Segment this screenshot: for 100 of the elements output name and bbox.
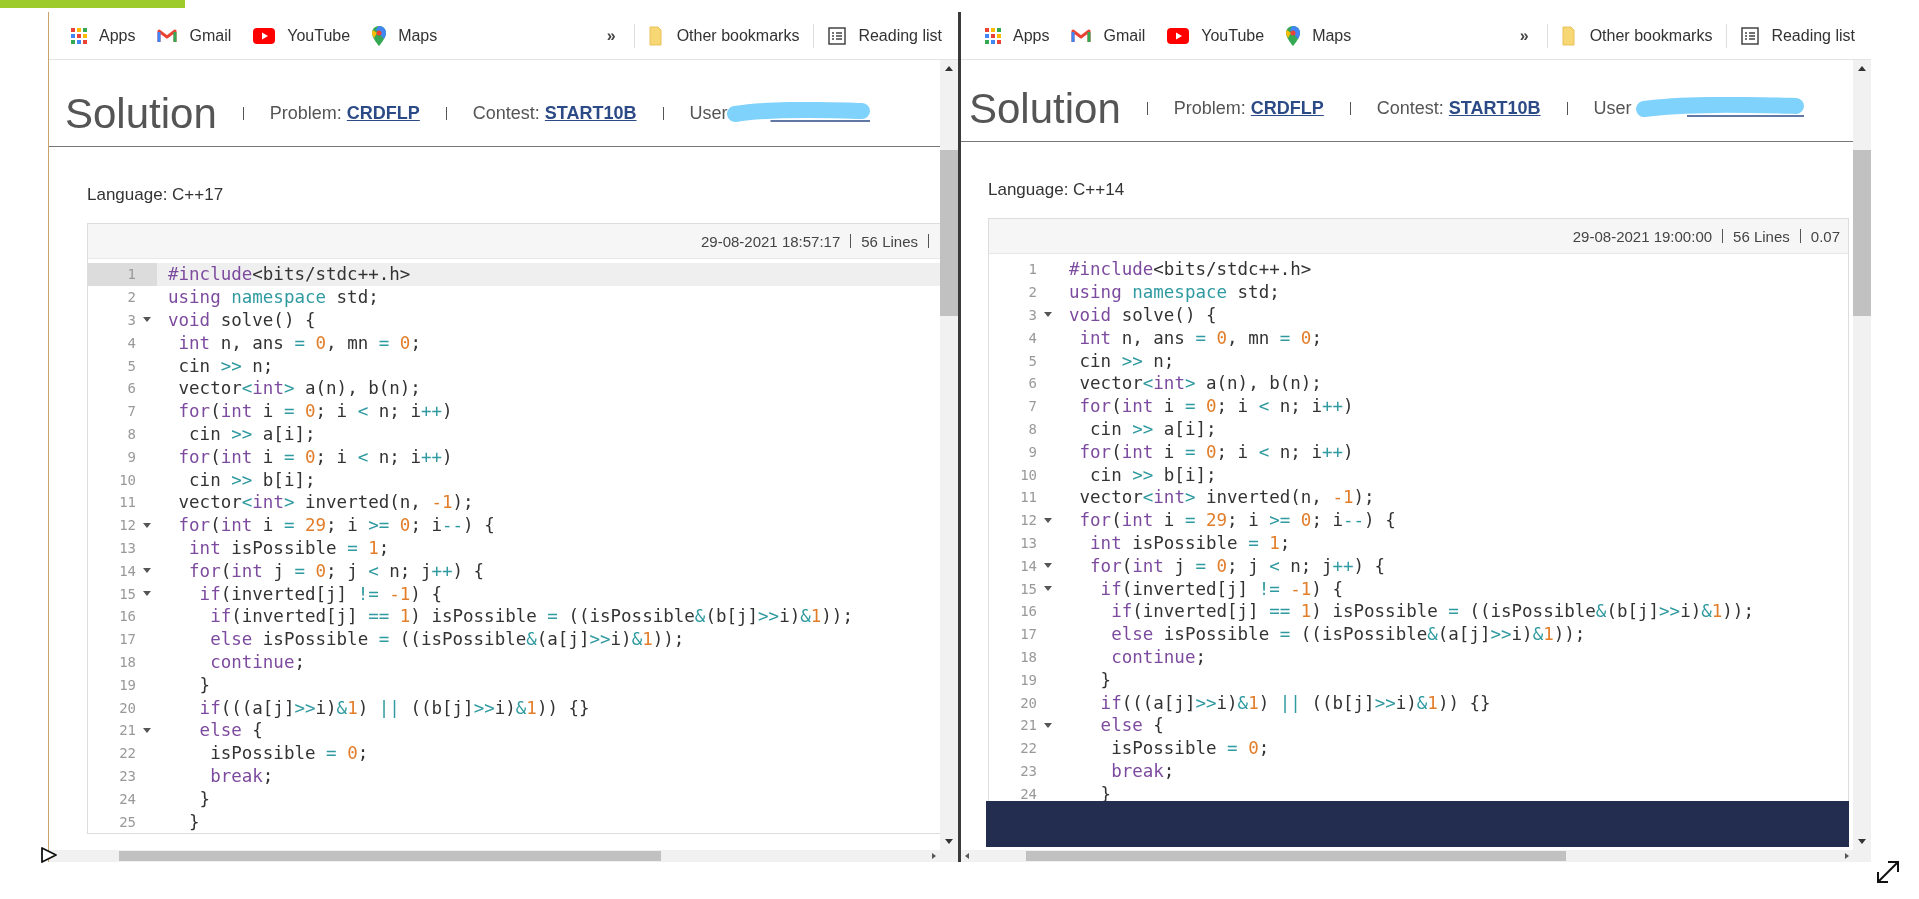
- code-line: cin >> n;: [177, 354, 275, 377]
- code-line: break;: [209, 764, 275, 788]
- line-number: 14: [1019, 557, 1037, 574]
- vertical-scrollbar[interactable]: [1853, 60, 1871, 850]
- line-number: 9: [1027, 443, 1037, 460]
- line-number: 16: [1019, 603, 1037, 620]
- fold-arrow-icon[interactable]: [142, 591, 151, 597]
- code-line: else isPossible = ((isPossible&(a[j]>>i)&1));: [1110, 623, 1587, 646]
- vertical-scrollbar[interactable]: [940, 60, 958, 850]
- contest-link[interactable]: START10B: [1448, 98, 1541, 119]
- bookmark-link[interactable]: Gmail: [157, 26, 232, 45]
- code-line: for(int i = 0; i < n; i++): [177, 445, 454, 469]
- line-number: 21: [118, 722, 136, 739]
- code-line: continue;: [1110, 645, 1207, 669]
- mail-icon: [157, 28, 178, 43]
- video-icon: [253, 27, 276, 44]
- code-line: for(int i = 29; i >= 0; i--) {: [1078, 509, 1397, 532]
- code-line: if(((a[j]>>i)&1) || ((b[j]>>i)&1)) {}: [1099, 691, 1492, 714]
- bookmark-link[interactable]: Gmail: [1071, 26, 1146, 45]
- bookmark-link[interactable]: Reading list: [828, 26, 942, 45]
- info-text: 56 Lines: [861, 232, 918, 250]
- code-line: vector<int> inverted(n, -1);: [1078, 486, 1376, 509]
- more-bookmarks-button[interactable]: »: [602, 26, 620, 45]
- line-number: 5: [126, 357, 136, 374]
- line-number: 15: [118, 585, 136, 602]
- problem-link[interactable]: CRDFLP: [1250, 98, 1324, 119]
- bookmark-link[interactable]: Maps: [1286, 25, 1352, 46]
- code-line: void solve() {: [167, 309, 317, 332]
- code-line: vector<int> inverted(n, -1);: [177, 491, 475, 514]
- line-number: 4: [1027, 329, 1037, 346]
- line-number: 12: [1019, 512, 1037, 529]
- scroll-thumb[interactable]: [119, 851, 661, 861]
- mail-icon: [1071, 28, 1092, 43]
- line-number: 6: [1027, 375, 1037, 392]
- bookmark-link[interactable]: Maps: [372, 25, 438, 46]
- line-number: 13: [1019, 534, 1037, 551]
- bookmark-link[interactable]: Other bookmarks: [1561, 25, 1713, 46]
- fold-arrow-icon[interactable]: [1043, 563, 1052, 569]
- page-title: Solution: [65, 90, 217, 137]
- info-text: 29-08-2021 18:57:17: [701, 232, 841, 250]
- code-line: int isPossible = 1;: [1089, 531, 1292, 555]
- scroll-thumb[interactable]: [1853, 150, 1871, 316]
- line-number: 25: [118, 813, 136, 830]
- language-label: Language: C++17: [87, 185, 225, 205]
- bookmark-link[interactable]: Apps: [71, 26, 136, 45]
- code-line: if(inverted[j] == 1) isPossible = ((isPossible&(b[j]>>i)&1));: [1110, 600, 1755, 623]
- code-line: for(int j = 0; j < n; j++) {: [188, 559, 486, 583]
- code-line: break;: [1110, 759, 1176, 783]
- fold-arrow-icon[interactable]: [142, 568, 151, 574]
- contest-link[interactable]: START10B: [544, 103, 637, 124]
- line-number: 2: [126, 289, 136, 306]
- more-bookmarks-button[interactable]: »: [1515, 26, 1533, 45]
- code-line: for(int j = 0; j < n; j++) {: [1089, 554, 1387, 578]
- bookmark-link[interactable]: YouTube: [1167, 26, 1265, 45]
- line-number: 23: [1019, 762, 1037, 779]
- bookmark-link[interactable]: YouTube: [253, 26, 351, 45]
- fold-arrow-icon[interactable]: [1043, 312, 1052, 318]
- line-number: 23: [118, 767, 136, 784]
- line-number: 6: [126, 380, 136, 397]
- info-text: 0.07: [1810, 227, 1840, 245]
- code-line: for(int i = 0; i < n; i++): [177, 400, 454, 423]
- code-line: #include<bits/stdc++.h>: [1068, 258, 1313, 281]
- list-icon: [1741, 26, 1760, 45]
- map-pin-icon: [372, 25, 387, 46]
- line-number: 1: [126, 266, 136, 283]
- scroll-thumb[interactable]: [940, 150, 958, 316]
- fold-arrow-icon[interactable]: [1043, 517, 1052, 523]
- line-number: 4: [126, 334, 136, 351]
- code-line: if(((a[j]>>i)&1) || ((b[j]>>i)&1)) {}: [198, 696, 591, 719]
- problem-link[interactable]: CRDFLP: [346, 103, 420, 124]
- fold-arrow-icon[interactable]: [142, 522, 151, 528]
- line-number: 22: [118, 745, 136, 762]
- horizontal-scrollbar[interactable]: [961, 850, 1871, 862]
- line-number: 22: [1019, 740, 1037, 757]
- field-label: Problem:: [269, 103, 342, 124]
- line-number: 13: [118, 539, 136, 556]
- fold-arrow-icon[interactable]: [1043, 586, 1052, 592]
- scroll-thumb[interactable]: [1026, 851, 1566, 861]
- resize-icon[interactable]: [1874, 858, 1902, 886]
- language-label: Language: C++14: [988, 180, 1126, 200]
- code-line: else isPossible = ((isPossible&(a[j]>>i)&1));: [209, 628, 686, 651]
- fold-arrow-icon[interactable]: [142, 317, 151, 323]
- bookmark-link[interactable]: Apps: [985, 26, 1050, 45]
- horizontal-scrollbar[interactable]: [49, 850, 958, 862]
- field-label: Contest:: [472, 103, 540, 124]
- line-number: 12: [118, 517, 136, 534]
- bookmark-link[interactable]: Other bookmarks: [648, 25, 800, 46]
- field-label: User: [1593, 98, 1632, 119]
- fold-arrow-icon[interactable]: [1043, 722, 1052, 728]
- line-number: 14: [118, 562, 136, 579]
- line-number: 21: [1019, 717, 1037, 734]
- fold-arrow-icon[interactable]: [142, 727, 151, 733]
- grid-icon: [985, 27, 1001, 44]
- field-label: Contest:: [1376, 98, 1444, 119]
- line-number: 24: [1019, 785, 1037, 802]
- code-line: int n, ans = 0, mn = 0;: [177, 331, 422, 355]
- bookmark-link[interactable]: Reading list: [1741, 26, 1855, 45]
- code-line: vector<int> a(n), b(n);: [1078, 372, 1323, 395]
- line-number: 24: [118, 790, 136, 807]
- code-line: for(int i = 0; i < n; i++): [1078, 440, 1355, 464]
